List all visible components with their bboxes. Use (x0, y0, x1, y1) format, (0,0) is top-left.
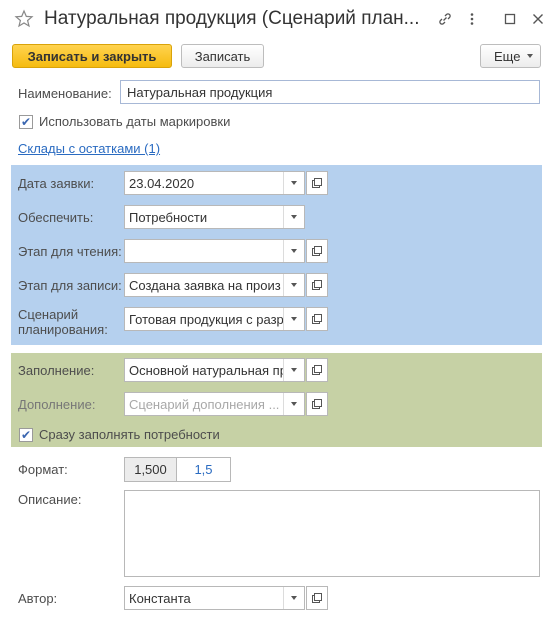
fill-open-button[interactable] (306, 358, 328, 382)
addition-dropdown[interactable] (283, 393, 304, 415)
save-and-close-button[interactable]: Записать и закрыть (12, 44, 172, 68)
provide-label: Обеспечить: (18, 210, 94, 225)
star-icon[interactable] (14, 9, 34, 29)
chevron-down-icon (527, 54, 534, 58)
use-dates-checkbox[interactable]: ✔ (19, 115, 33, 129)
scenario-dropdown[interactable] (283, 308, 304, 330)
scenario-label: Сценарий планирования: (18, 307, 108, 337)
title-bar: Натуральная продукция (Сценарий план... (0, 0, 560, 38)
open-icon (312, 593, 322, 603)
request-date-value: 23.04.2020 (129, 175, 195, 191)
author-open-button[interactable] (306, 586, 328, 610)
save-button[interactable]: Записать (181, 44, 264, 68)
provide-field[interactable]: Потребности (124, 205, 305, 229)
check-icon: ✔ (20, 428, 32, 442)
open-icon (312, 365, 322, 375)
request-date-label: Дата заявки: (18, 176, 95, 191)
read-stage-open-button[interactable] (306, 239, 328, 263)
open-icon (312, 246, 322, 256)
write-stage-open-button[interactable] (306, 273, 328, 297)
scenario-field[interactable]: Готовая продукция с разр (124, 307, 305, 331)
use-dates-label: Использовать даты маркировки (39, 114, 231, 129)
more-vert-icon[interactable] (464, 11, 480, 27)
chevron-down-icon (291, 402, 297, 406)
write-stage-label: Этап для записи: (18, 278, 122, 293)
scenario-label-line1: Сценарий (18, 307, 79, 322)
write-stage-dropdown[interactable] (283, 274, 304, 296)
chevron-down-icon (291, 368, 297, 372)
chevron-down-icon (291, 283, 297, 287)
read-stage-label: Этап для чтения: (18, 244, 122, 259)
scenario-value: Готовая продукция с разр (129, 311, 283, 327)
chevron-down-icon (291, 317, 297, 321)
author-value: Константа (129, 590, 191, 606)
format-option-2[interactable]: 1,5 (176, 457, 231, 482)
scenario-open-button[interactable] (306, 307, 328, 331)
name-value: Натуральная продукция (127, 84, 273, 100)
author-label: Автор: (18, 591, 58, 606)
open-icon (312, 399, 322, 409)
chevron-down-icon (291, 249, 297, 253)
fill-field[interactable]: Основной натуральная пр (124, 358, 305, 382)
description-label: Описание: (18, 492, 82, 507)
addition-placeholder: Сценарий дополнения ... (129, 396, 280, 412)
fill-dropdown[interactable] (283, 359, 304, 381)
chevron-down-icon (291, 181, 297, 185)
format-label: Формат: (18, 462, 68, 477)
fill-needs-label: Сразу заполнять потребности (39, 427, 220, 442)
request-date-field[interactable]: 23.04.2020 (124, 171, 305, 195)
description-value (125, 491, 539, 495)
provide-dropdown[interactable] (283, 206, 304, 228)
name-label: Наименование: (18, 86, 112, 101)
description-field[interactable] (124, 490, 540, 577)
warehouses-link[interactable]: Склады с остатками (1) (18, 141, 160, 156)
close-icon[interactable] (530, 11, 546, 27)
request-date-open-button[interactable] (306, 171, 328, 195)
chevron-down-icon (291, 596, 297, 600)
request-date-dropdown[interactable] (283, 172, 304, 194)
write-stage-value: Создана заявка на произ (129, 277, 281, 293)
check-icon: ✔ (20, 115, 32, 129)
fill-needs-checkbox[interactable]: ✔ (19, 428, 33, 442)
open-icon (312, 280, 322, 290)
read-stage-dropdown[interactable] (283, 240, 304, 262)
format-option-1[interactable]: 1,500 (124, 457, 177, 482)
author-dropdown[interactable] (283, 587, 304, 609)
addition-label: Дополнение: (18, 397, 96, 412)
addition-field[interactable]: Сценарий дополнения ... (124, 392, 305, 416)
provide-value: Потребности (129, 209, 208, 225)
link-icon[interactable] (437, 11, 453, 27)
fill-value: Основной натуральная пр (129, 362, 283, 378)
chevron-down-icon (291, 215, 297, 219)
more-button[interactable]: Еще (480, 44, 541, 68)
fill-label: Заполнение: (18, 363, 95, 378)
author-field[interactable]: Константа (124, 586, 305, 610)
addition-open-button[interactable] (306, 392, 328, 416)
scenario-label-line2: планирования: (18, 322, 108, 337)
open-icon (312, 314, 322, 324)
open-icon (312, 178, 322, 188)
maximize-icon[interactable] (502, 11, 518, 27)
window-title: Натуральная продукция (Сценарий план... (44, 8, 420, 29)
name-field[interactable]: Натуральная продукция (120, 80, 540, 104)
write-stage-field[interactable]: Создана заявка на произ (124, 273, 305, 297)
read-stage-field[interactable] (124, 239, 305, 263)
more-button-label: Еще (494, 48, 521, 64)
